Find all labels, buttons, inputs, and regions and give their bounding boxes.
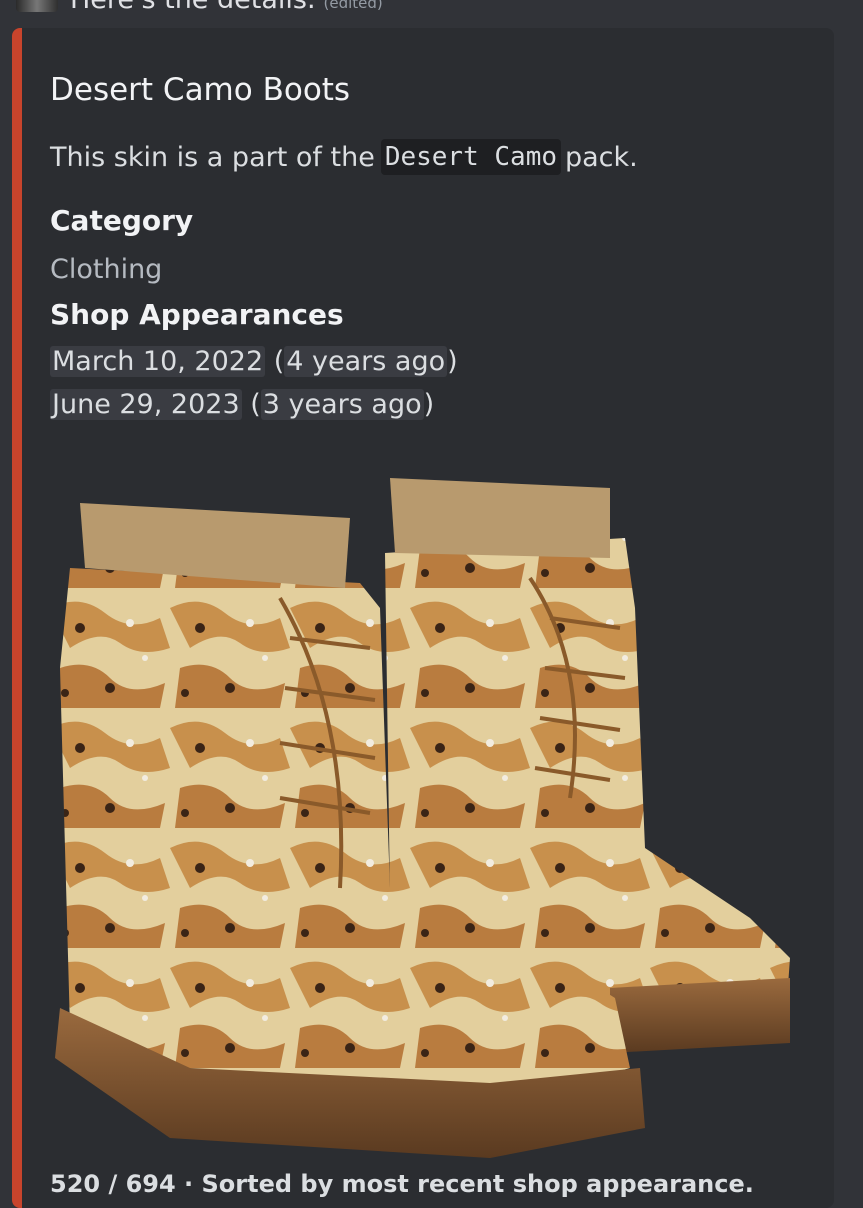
timestamp-date[interactable]: June 29, 2023	[50, 389, 242, 420]
description-suffix: pack.	[565, 141, 638, 173]
category-field-name: Category	[50, 204, 194, 237]
pack-name-code: Desert Camo	[380, 139, 561, 175]
shop-appearance-1: March 10, 2022 (4 years ago)	[50, 346, 458, 377]
message-text: Here's the details.(edited)	[70, 0, 383, 15]
timestamp-relative-open: (	[273, 346, 285, 377]
timestamp-date[interactable]: March 10, 2022	[50, 346, 266, 377]
timestamp-relative[interactable]: 4 years ago	[284, 346, 448, 377]
embed-title: Desert Camo Boots	[50, 72, 351, 108]
embed-footer: 520 / 694 · Sorted by most recent shop a…	[50, 1170, 754, 1198]
message-header-sliver: Here's the details.(edited)	[0, 0, 863, 15]
embed-card: Desert Camo Boots This skin is a part of…	[12, 28, 834, 1208]
shop-appearances-field-name: Shop Appearances	[50, 298, 344, 331]
shop-appearance-2: June 29, 2023 (3 years ago)	[50, 389, 435, 420]
timestamp-relative[interactable]: 3 years ago	[260, 389, 424, 420]
embed-accent-bar	[12, 28, 22, 1208]
boots-image[interactable]	[50, 468, 810, 1168]
category-field-value: Clothing	[50, 254, 163, 285]
description-prefix: This skin is a part of the	[50, 141, 375, 173]
edited-label: (edited)	[323, 0, 383, 12]
avatar[interactable]	[16, 0, 58, 12]
timestamp-relative-open: (	[250, 389, 261, 420]
embed-description: This skin is a part of the Desert Camo p…	[50, 139, 638, 175]
